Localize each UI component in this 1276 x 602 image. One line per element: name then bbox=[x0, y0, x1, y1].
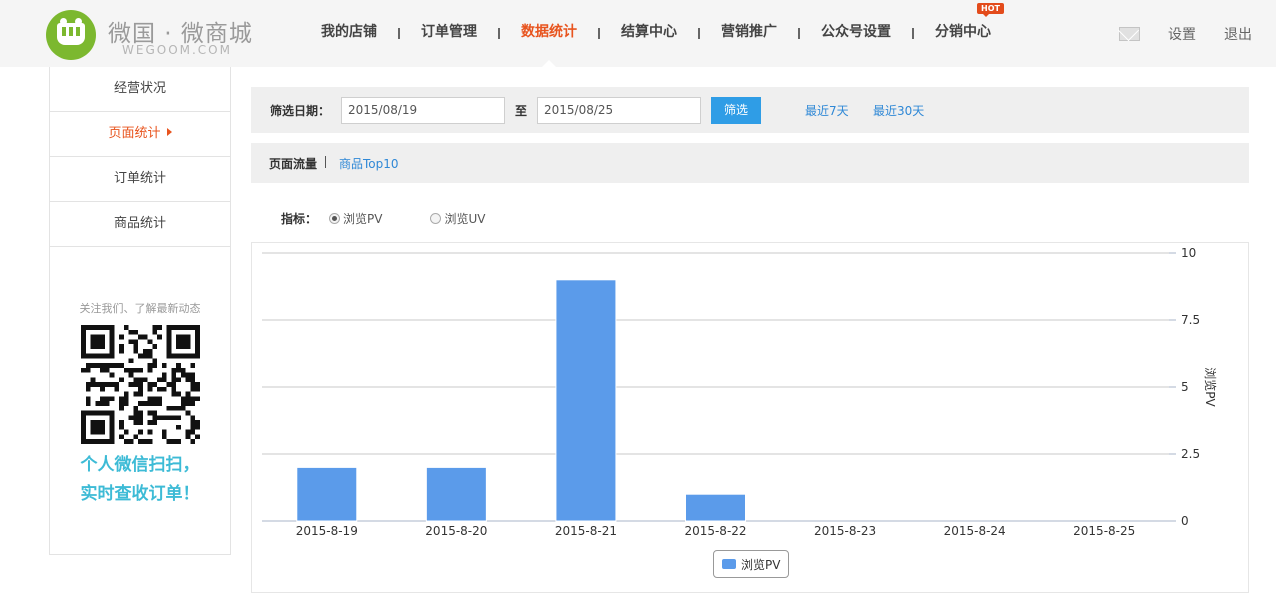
nav-item-official-account[interactable]: 公众号设置 bbox=[800, 0, 912, 67]
follow-text: 关注我们、了解最新动态 bbox=[79, 302, 201, 315]
metric-selector: 指标： 浏览PV 浏览UV bbox=[281, 210, 533, 227]
main-nav: 我的店铺 订单管理 数据统计 结算中心 营销推广 公众号设置 分销中心 HOT bbox=[300, 0, 1012, 67]
tab-product-top10[interactable]: 商品Top10 bbox=[339, 155, 399, 172]
promo-line: 实时查收订单！ bbox=[80, 484, 200, 504]
y-tick-label: 2.5 bbox=[1181, 447, 1200, 461]
pv-chart: 0 2.5 5 7.5 10 浏览PV 2015-8-19 2015-8-20 2015-8-2… bbox=[251, 242, 1249, 593]
to-label: 至 bbox=[515, 104, 528, 118]
nav-item-distribution[interactable]: 分销中心 HOT bbox=[914, 0, 1012, 67]
legend-label: 浏览PV bbox=[741, 557, 781, 572]
radio-pv[interactable]: 浏览PV bbox=[329, 210, 382, 227]
chart-legend[interactable]: 浏览PV bbox=[713, 550, 790, 578]
qr-code-icon bbox=[81, 325, 200, 444]
last-7-days-link[interactable]: 最近7天 bbox=[805, 102, 849, 119]
y-tick-label: 10 bbox=[1181, 246, 1196, 260]
nav-item-statistics-label: 数据统计 bbox=[521, 24, 577, 40]
radio-unselected-icon[interactable] bbox=[430, 213, 442, 224]
nav-item-statistics[interactable]: 数据统计 bbox=[500, 0, 598, 67]
legend-swatch bbox=[722, 559, 736, 569]
sidebar-item-product-stats[interactable]: 商品统计 bbox=[50, 202, 230, 247]
brand-logo[interactable]: 微国 · 微商城 WEGOOM.COM bbox=[46, 10, 256, 60]
logo-icon bbox=[46, 10, 96, 60]
radio-uv[interactable]: 浏览UV bbox=[430, 210, 485, 227]
bar bbox=[555, 279, 617, 522]
y-tick-label: 7.5 bbox=[1181, 313, 1200, 327]
last-30-days-link[interactable]: 最近30天 bbox=[873, 102, 924, 119]
bar bbox=[685, 493, 746, 522]
settings-link[interactable]: 设置 bbox=[1168, 24, 1196, 44]
promo-text: 个人微信扫扫， 实时查收订单！ bbox=[50, 451, 230, 509]
bar bbox=[425, 466, 487, 522]
filter-button[interactable]: 筛选 bbox=[711, 97, 761, 124]
x-tick-label: 2015-8-25 bbox=[1073, 524, 1135, 538]
x-tick-label: 2015-8-19 bbox=[296, 524, 358, 538]
sidebar: 经营状况 页面统计 订单统计 商品统计 关注我们、了解最新动态 个人微信扫扫， … bbox=[49, 67, 231, 555]
date-filter-bar: 筛选日期： 2015/08/19 至 2015/08/25 筛选 最近7天 最近… bbox=[251, 87, 1249, 133]
radio-label: 浏览UV bbox=[444, 212, 486, 226]
nav-item-distribution-label: 分销中心 bbox=[935, 24, 991, 40]
arrow-right-icon bbox=[166, 128, 172, 136]
logout-link[interactable]: 退出 bbox=[1224, 24, 1252, 44]
bar-chart: 0 2.5 5 7.5 10 浏览PV 2015-8-19 2015-8-20 2015-8-2… bbox=[262, 246, 1218, 538]
radio-selected-icon[interactable] bbox=[329, 213, 341, 224]
x-tick-label: 2015-8-24 bbox=[944, 524, 1006, 538]
promo-line: 个人微信扫扫， bbox=[80, 455, 200, 475]
mail-icon[interactable] bbox=[1119, 26, 1140, 41]
tab-page-traffic[interactable]: 页面流量 bbox=[269, 155, 317, 172]
top-header: 微国 · 微商城 WEGOOM.COM 我的店铺 订单管理 数据统计 结算中心 … bbox=[0, 0, 1276, 67]
metric-label: 指标： bbox=[281, 212, 318, 226]
sidebar-item-label: 页面统计 bbox=[108, 126, 161, 141]
radio-label: 浏览PV bbox=[343, 212, 383, 226]
sidebar-item-overview[interactable]: 经营状况 bbox=[50, 67, 230, 112]
y-axis-label: 浏览PV bbox=[1203, 367, 1218, 407]
filter-date-label: 筛选日期： bbox=[270, 104, 331, 118]
end-date-input[interactable]: 2015/08/25 bbox=[537, 97, 701, 124]
hot-badge: HOT bbox=[977, 3, 1004, 17]
header-actions: 设置 退出 bbox=[1119, 0, 1266, 67]
nav-item-marketing[interactable]: 营销推广 bbox=[700, 0, 798, 67]
nav-item-store[interactable]: 我的店铺 bbox=[300, 0, 398, 67]
tab-divider bbox=[325, 156, 326, 168]
nav-item-orders[interactable]: 订单管理 bbox=[400, 0, 498, 67]
x-tick-label: 2015-8-23 bbox=[814, 524, 876, 538]
active-caret-icon bbox=[542, 60, 556, 67]
y-tick-label: 0 bbox=[1181, 514, 1189, 528]
x-tick-label: 2015-8-20 bbox=[425, 524, 487, 538]
x-tick-label: 2015-8-21 bbox=[555, 524, 617, 538]
brand-domain: WEGOOM.COM bbox=[122, 43, 232, 57]
sidebar-item-order-stats[interactable]: 订单统计 bbox=[50, 157, 230, 202]
start-date-input[interactable]: 2015/08/19 bbox=[341, 97, 505, 124]
x-tick-label: 2015-8-22 bbox=[684, 524, 746, 538]
y-tick-label: 5 bbox=[1181, 380, 1189, 394]
bar bbox=[296, 466, 358, 522]
nav-item-settlement[interactable]: 结算中心 bbox=[600, 0, 698, 67]
stats-tabs: 页面流量 商品Top10 bbox=[251, 143, 1249, 183]
sidebar-item-page-stats[interactable]: 页面统计 bbox=[50, 112, 230, 157]
